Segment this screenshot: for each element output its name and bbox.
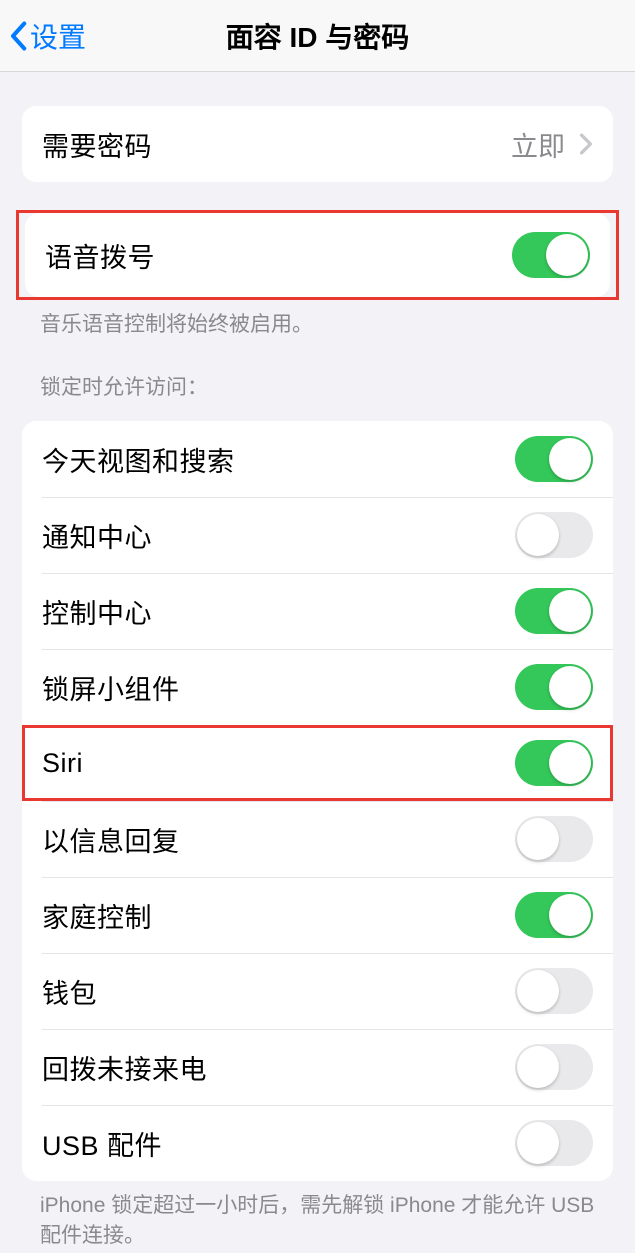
locked-access-row: 回拨未接来电	[22, 1029, 613, 1105]
locked-access-toggle[interactable]	[515, 512, 593, 558]
require-passcode-value: 立即	[511, 125, 565, 164]
voice-dial-toggle[interactable]	[512, 232, 590, 278]
locked-access-row: 通知中心	[22, 497, 613, 573]
locked-access-row: 控制中心	[22, 573, 613, 649]
toggle-knob	[549, 666, 591, 708]
locked-access-label: USB 配件	[42, 1124, 515, 1163]
locked-access-group: 今天视图和搜索通知中心控制中心锁屏小组件 Siri 以信息回复家庭控制钱包回拨未接来…	[22, 421, 613, 1181]
locked-access-row: Siri	[22, 725, 613, 801]
voice-dial-label: 语音拨号	[45, 236, 512, 275]
toggle-knob	[517, 818, 559, 860]
locked-access-toggle[interactable]	[515, 1044, 593, 1090]
locked-access-row: 钱包	[22, 953, 613, 1029]
locked-access-label: Siri	[42, 748, 515, 779]
toggle-knob	[549, 438, 591, 480]
locked-access-row: USB 配件	[22, 1105, 613, 1181]
voice-dial-row: 语音拨号	[25, 213, 610, 297]
locked-access-label: 家庭控制	[42, 896, 515, 935]
locked-access-toggle[interactable]	[515, 892, 593, 938]
chevron-right-icon	[579, 133, 593, 155]
back-button[interactable]: 设置	[0, 16, 86, 56]
locked-access-label: 钱包	[42, 972, 515, 1011]
voice-dial-group: 语音拨号	[25, 213, 610, 297]
toggle-knob	[546, 234, 588, 276]
locked-access-label: 锁屏小组件	[42, 668, 515, 707]
locked-access-footer: iPhone 锁定超过一小时后，需先解锁 iPhone 才能允许 USB 配件连…	[0, 1181, 635, 1250]
require-passcode-group: 需要密码 立即	[22, 106, 613, 182]
content: 需要密码 立即 语音拨号 音乐语音控制将始终被启用。 锁定时允许访问： 今天视图…	[0, 72, 635, 1253]
locked-access-label: 通知中心	[42, 516, 515, 555]
locked-access-label: 以信息回复	[42, 820, 515, 859]
toggle-knob	[517, 970, 559, 1012]
locked-access-label: 回拨未接来电	[42, 1048, 515, 1087]
require-passcode-label: 需要密码	[42, 125, 511, 164]
toggle-knob	[517, 1046, 559, 1088]
navigation-bar: 设置 面容 ID 与密码	[0, 0, 635, 72]
locked-access-row: 今天视图和搜索	[22, 421, 613, 497]
toggle-knob	[549, 590, 591, 632]
locked-access-row: 家庭控制	[22, 877, 613, 953]
locked-access-row: 锁屏小组件	[22, 649, 613, 725]
voice-dial-footer: 音乐语音控制将始终被启用。	[0, 300, 635, 339]
toggle-knob	[549, 894, 591, 936]
voice-dial-group-wrap: 语音拨号	[16, 210, 619, 300]
toggle-knob	[549, 742, 591, 784]
locked-access-toggle[interactable]	[515, 968, 593, 1014]
locked-access-row: 以信息回复	[22, 801, 613, 877]
voice-dial-highlight: 语音拨号	[16, 210, 619, 300]
toggle-knob	[517, 1122, 559, 1164]
chevron-left-icon	[8, 21, 28, 51]
locked-access-toggle[interactable]	[515, 436, 593, 482]
back-label: 设置	[30, 16, 86, 56]
locked-access-label: 今天视图和搜索	[42, 440, 515, 479]
locked-access-toggle[interactable]	[515, 664, 593, 710]
locked-access-label: 控制中心	[42, 592, 515, 631]
locked-access-toggle[interactable]	[515, 588, 593, 634]
locked-access-header: 锁定时允许访问：	[0, 371, 635, 409]
locked-access-toggle[interactable]	[515, 816, 593, 862]
locked-access-toggle[interactable]	[515, 740, 593, 786]
require-passcode-row[interactable]: 需要密码 立即	[22, 106, 613, 182]
toggle-knob	[517, 514, 559, 556]
locked-access-toggle[interactable]	[515, 1120, 593, 1166]
page-title: 面容 ID 与密码	[0, 16, 635, 56]
